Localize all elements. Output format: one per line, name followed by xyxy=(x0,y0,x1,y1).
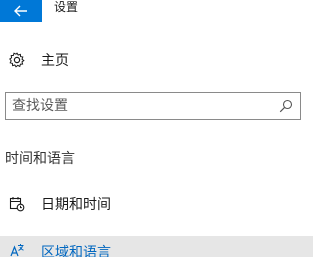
title-bar: 设置 xyxy=(0,0,313,22)
language-icon xyxy=(9,243,25,257)
nav-home-label: 主页 xyxy=(41,53,69,69)
settings-window: 设置 主页 时间和语言 日期和时间 xyxy=(0,0,313,257)
nav-date-time-label: 日期和时间 xyxy=(41,197,111,213)
nav-date-time[interactable]: 日期和时间 xyxy=(0,191,313,217)
back-button[interactable] xyxy=(0,0,42,22)
search-icon[interactable] xyxy=(279,99,293,113)
nav-region-language[interactable]: 区域和语言 xyxy=(0,236,313,257)
nav-region-language-label: 区域和语言 xyxy=(41,245,111,257)
window-title: 设置 xyxy=(54,0,79,14)
gear-icon xyxy=(9,52,25,68)
section-title: 时间和语言 xyxy=(5,151,75,167)
nav-home[interactable]: 主页 xyxy=(0,48,313,72)
calendar-clock-icon xyxy=(9,196,25,212)
back-arrow-icon xyxy=(14,5,27,17)
search-input[interactable] xyxy=(12,93,262,119)
search-box[interactable] xyxy=(5,92,301,120)
